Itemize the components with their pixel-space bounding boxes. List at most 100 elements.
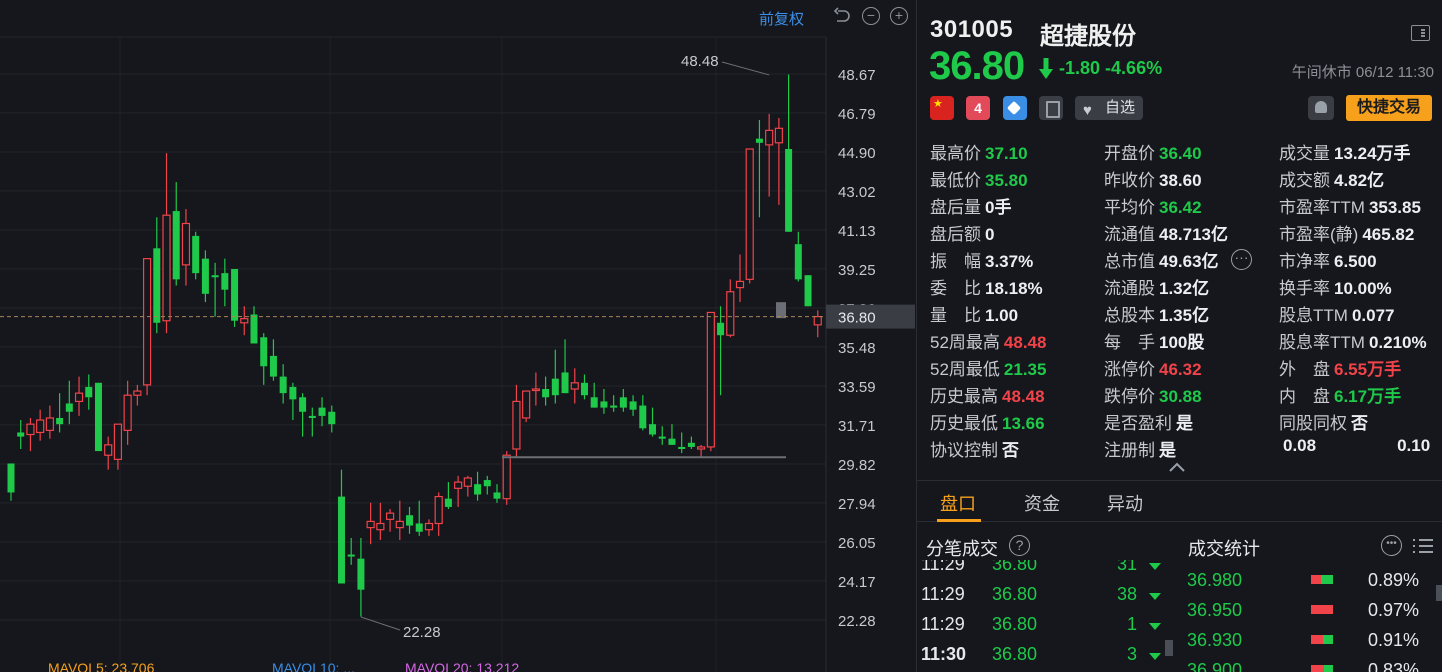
quote-label: 跌停价 [1104, 387, 1155, 406]
candle-body [600, 401, 608, 408]
tab-pankou[interactable]: 盘口 [940, 490, 976, 516]
more-info-icon[interactable]: ··· [1231, 249, 1252, 270]
quote-label: 成交额 [1279, 171, 1330, 190]
tab-funds[interactable]: 资金 [1024, 490, 1060, 516]
candle-body [36, 419, 45, 434]
candle-body [542, 389, 550, 398]
quote-item: 股息率TTM 0.210% [1279, 328, 1427, 352]
quote-label: 每 手 [1104, 333, 1155, 352]
trade-volume: 38 [1116, 584, 1137, 604]
candle-body [512, 400, 521, 450]
tab-movements[interactable]: 异动 [1107, 490, 1143, 516]
alert-bell-icon[interactable] [1308, 96, 1334, 120]
last-price: 36.80 [929, 44, 1025, 88]
quote-label: 最低价 [930, 171, 981, 190]
trades-scrollbar[interactable] [1165, 640, 1173, 656]
collapse-chevron-icon[interactable] [1169, 462, 1185, 472]
candle-body [328, 411, 336, 425]
candle-body [745, 148, 754, 280]
candle-body [172, 211, 180, 280]
trades-list[interactable]: 11:29 36.80 31 11:29 36.80 38 11:29 36.80 1 11:30… [917, 560, 1167, 672]
quote-item: 内 盘 6.17万手 [1279, 382, 1401, 406]
candle-body [56, 417, 64, 425]
down-arrow-icon [1039, 58, 1053, 79]
trade-price: 36.80 [992, 560, 1038, 574]
tag-icon[interactable] [1003, 96, 1027, 120]
quote-panel: 301005 超捷股份 36.80 -1.80 -4.66% 午间休市 06/1… [916, 0, 1442, 672]
more-options-icon[interactable]: ••• [1381, 535, 1402, 556]
quote-item: 流通值 48.713亿 [1104, 220, 1228, 244]
quote-item: 股息TTM 0.077 [1279, 301, 1394, 325]
sell-arrow-icon [1149, 593, 1161, 600]
quote-item: 振 幅 3.37% [930, 247, 1033, 271]
stat-percent: 0.89% [1367, 570, 1419, 590]
quote-item: 平均价 36.42 [1104, 193, 1202, 217]
quote-label: 委 比 [930, 279, 981, 298]
quote-item: 盘后额 0 [930, 220, 994, 244]
stats-scrollbar[interactable] [1436, 585, 1442, 601]
adjust-mode-button[interactable]: 前复权 [759, 8, 804, 28]
candle-body [580, 382, 588, 396]
stat-row: 36.900 0.83% [1187, 660, 1437, 672]
note-icon[interactable] [1039, 96, 1063, 120]
quote-item: 涨停价 46.32 [1104, 355, 1202, 379]
quote-value: 13.66 [1002, 414, 1045, 433]
high-annotation: 48.48 [681, 53, 719, 70]
quote-item: 52周最高 48.48 [930, 328, 1046, 352]
undo-icon[interactable] [833, 7, 851, 25]
zoom-out-icon[interactable]: − [862, 7, 880, 25]
y-tick-label: 31.71 [838, 418, 876, 435]
list-view-icon[interactable] [1413, 537, 1433, 555]
candle-body [434, 495, 443, 525]
quote-label: 昨收价 [1104, 171, 1155, 190]
quote-label: 52周最低 [930, 360, 1000, 379]
candle-body [240, 318, 249, 324]
quote-item: 盘后量 0手 [930, 193, 1011, 217]
stat-price: 36.980 [1187, 570, 1243, 590]
quote-value: 0.077 [1351, 306, 1395, 325]
trade-price: 36.80 [992, 584, 1038, 604]
mavol5-label: MAVOL5: 23.706 [48, 660, 155, 672]
y-tick-label: 35.48 [838, 340, 876, 357]
quick-trade-button[interactable]: 快捷交易 [1346, 95, 1432, 121]
quote-item: 流通股 1.32亿 [1104, 274, 1209, 298]
sell-arrow-icon [1149, 623, 1161, 630]
candle-body [619, 397, 627, 408]
candle-body [104, 444, 113, 456]
help-icon[interactable]: ? [1009, 535, 1030, 556]
stats-list[interactable]: 36.980 0.89% 36.950 0.97% 36.930 0.91% 36.900 0… [1177, 562, 1442, 672]
y-tick-label: 39.25 [838, 262, 876, 279]
hot-stock-icon[interactable]: 4 [966, 96, 990, 120]
china-flag-icon[interactable] [930, 96, 954, 120]
candle-body [444, 498, 452, 507]
candle-body [45, 417, 54, 431]
y-tick-label: 22.28 [838, 613, 876, 630]
quote-item: 最高价 37.10 [930, 139, 1028, 163]
candle-body [406, 515, 414, 526]
quote-item: 成交量 13.24万手 [1279, 139, 1411, 163]
quote-value: 0.10 [1397, 436, 1431, 455]
trade-time: 11:29 [921, 584, 965, 604]
zoom-in-icon[interactable]: + [890, 7, 908, 25]
y-tick-label: 27.94 [838, 496, 876, 513]
change-percent: -4.66% [1105, 58, 1163, 78]
quote-value: 6.55万手 [1334, 360, 1402, 379]
layout-toggle-icon[interactable] [1411, 25, 1430, 41]
trade-volume: 31 [1116, 560, 1137, 574]
quote-label: 振 幅 [930, 252, 981, 271]
quote-label: 流通股 [1104, 279, 1155, 298]
candle-body [765, 129, 774, 146]
candle-body [522, 390, 531, 419]
kline-chart-panel[interactable]: 48.6746.7944.9043.0241.1339.2537.3635.48… [0, 0, 915, 672]
quote-label: 协议控制 [930, 441, 998, 460]
price-change: -1.80 -4.66% [1059, 58, 1162, 79]
candle-body [502, 454, 511, 500]
quote-value: 38.60 [1159, 171, 1202, 190]
add-favorite-button[interactable]: ♥ 自选 [1075, 96, 1143, 120]
quote-label: 总市值 [1104, 252, 1155, 271]
quote-value: 否 [1002, 441, 1019, 460]
mavol10-label: MAVOL10: ... [272, 660, 355, 672]
quote-item: 协议控制否 [930, 436, 1019, 460]
candle-body [376, 522, 385, 531]
kline-chart[interactable]: 48.6746.7944.9043.0241.1339.2537.3635.48… [0, 0, 915, 672]
